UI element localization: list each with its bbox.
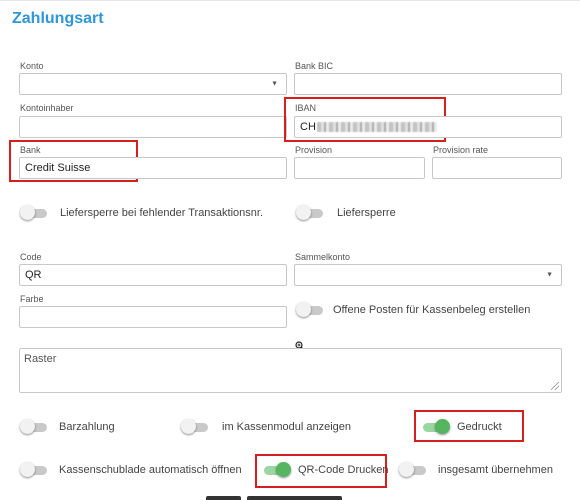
raster-placeholder: Raster (24, 353, 57, 365)
sammelkonto-label: Sammelkonto (295, 252, 351, 262)
farbe-label: Farbe (20, 294, 44, 304)
qr-code-drucken-toggle[interactable] (261, 461, 291, 479)
bank-field[interactable]: Credit Suisse (19, 157, 287, 179)
iban-label: IBAN (295, 103, 317, 113)
liefersperre-transaktion-label: Liefersperre bei fehlender Transaktionsn… (60, 207, 264, 219)
kontoinhaber-field[interactable] (19, 116, 287, 138)
liefersperre-toggle[interactable] (296, 204, 326, 222)
code-value: QR (25, 269, 42, 281)
kassenmodul-label: im Kassenmodul anzeigen (222, 421, 352, 433)
provision-rate-label: Provision rate (433, 145, 489, 155)
bank-bic-field[interactable] (294, 73, 562, 95)
bank-label: Bank (20, 145, 41, 155)
caret-down-icon: ▼ (271, 80, 278, 88)
resize-handle-icon[interactable] (551, 382, 559, 390)
kontoinhaber-label: Kontoinhaber (20, 103, 74, 113)
code-label: Code (20, 252, 42, 262)
liefersperre-label: Liefersperre (337, 207, 396, 219)
bank-value: Credit Suisse (25, 162, 91, 174)
caret-down-icon: ▼ (546, 271, 553, 279)
gedruckt-label: Gedruckt (457, 421, 502, 433)
code-field[interactable]: QR (19, 264, 287, 286)
iban-redacted-mask (316, 122, 437, 132)
raster-textarea[interactable]: Raster (19, 348, 562, 393)
iban-value: CH (300, 121, 316, 133)
provision-field[interactable] (294, 157, 425, 179)
sammelkonto-select[interactable]: ▼ (294, 264, 562, 286)
gedruckt-toggle[interactable] (420, 418, 450, 436)
kassenschublade-label: Kassenschublade automatisch öffnen (59, 464, 242, 476)
top-divider (0, 0, 580, 1)
insgesamt-label: insgesamt übernehmen (438, 464, 553, 476)
kassenmodul-toggle[interactable] (181, 418, 211, 436)
farbe-field[interactable] (19, 306, 287, 328)
barzahlung-label: Barzahlung (59, 421, 115, 433)
bank-bic-label: Bank BIC (295, 61, 334, 71)
bottom-button-left[interactable] (206, 496, 241, 500)
iban-field[interactable]: CH (294, 116, 562, 138)
offene-posten-label: Offene Posten für Kassenbeleg erstellen (333, 304, 531, 316)
barzahlung-toggle[interactable] (20, 418, 50, 436)
kassenschublade-toggle[interactable] (20, 461, 50, 479)
provision-label: Provision (295, 145, 333, 155)
liefersperre-transaktion-toggle[interactable] (20, 204, 50, 222)
zoom-cursor-icon (295, 338, 305, 351)
bottom-button-right[interactable] (247, 496, 342, 500)
konto-select[interactable]: ▼ (19, 73, 287, 95)
qr-code-drucken-label: QR-Code Drucken (298, 464, 389, 476)
insgesamt-toggle[interactable] (399, 461, 429, 479)
konto-label: Konto (20, 61, 44, 71)
section-title: Zahlungsart (12, 10, 104, 27)
offene-posten-toggle[interactable] (296, 301, 326, 319)
provision-rate-field[interactable] (432, 157, 562, 179)
